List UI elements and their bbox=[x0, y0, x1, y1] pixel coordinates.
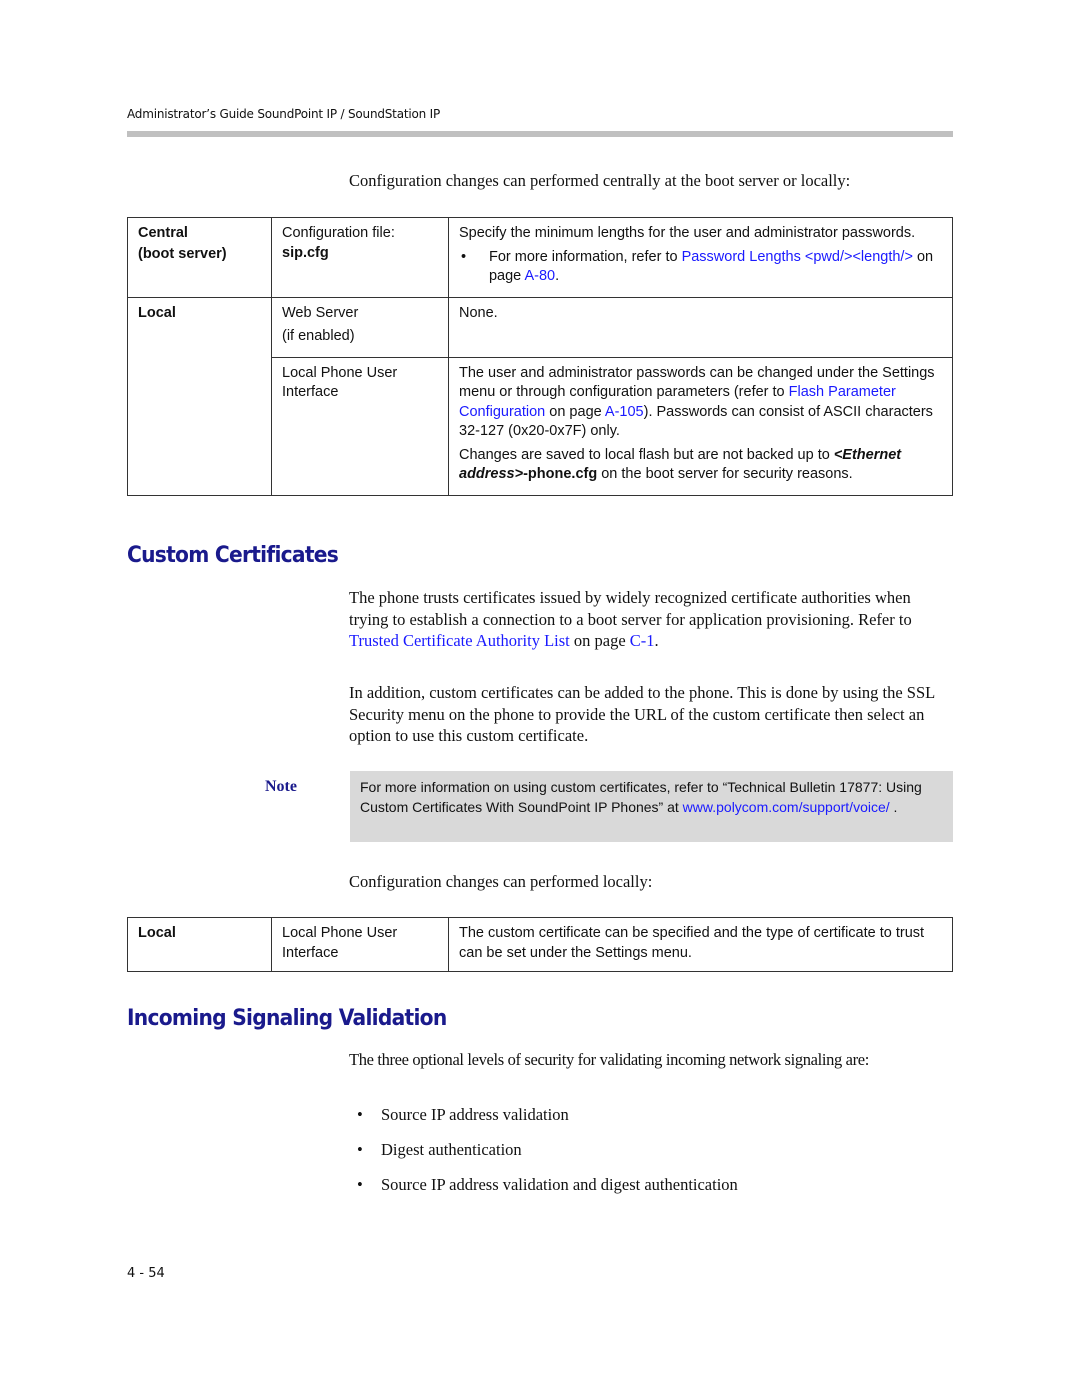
method-label: Configuration file: bbox=[282, 225, 395, 241]
method-cell: Web Server (if enabled) bbox=[271, 296, 449, 358]
list-item: • For more information, refer to Passwor… bbox=[459, 248, 942, 287]
description-text: Changes are saved to local flash but are… bbox=[459, 446, 942, 485]
location-label: Local bbox=[138, 925, 176, 941]
table-row: Central (boot server) Configuration file… bbox=[127, 217, 953, 298]
method-sublabel: Interface bbox=[282, 384, 339, 400]
location-label: Local bbox=[138, 304, 176, 321]
punctuation: . bbox=[555, 268, 560, 284]
method-label: Web Server bbox=[282, 304, 359, 321]
list-item-text: Source IP address validation bbox=[381, 1105, 569, 1124]
config-table-passwords: Central (boot server) Configuration file… bbox=[127, 217, 953, 496]
note-box: For more information on using custom cer… bbox=[350, 771, 953, 842]
custom-certificates-paragraph-2: In addition, custom certificates can be … bbox=[349, 683, 935, 745]
intro-paragraph: Configuration changes can performed cent… bbox=[349, 171, 851, 190]
punctuation: . bbox=[889, 798, 898, 815]
description-text-part: on page bbox=[545, 403, 605, 420]
note-label: Note bbox=[265, 778, 297, 795]
bullet-icon: • bbox=[357, 1140, 363, 1159]
custom-certificates-paragraph-1: The phone trusts certificates issued by … bbox=[349, 587, 953, 652]
method-sublabel: (if enabled) bbox=[282, 328, 355, 344]
intro-paragraph-local: Configuration changes can performed loca… bbox=[349, 872, 653, 891]
description-cell: The user and administrator passwords can… bbox=[448, 356, 953, 496]
description-text-part: on the boot server for security reasons. bbox=[597, 466, 853, 482]
description-text: The custom certificate can be specified … bbox=[459, 925, 925, 961]
paragraph-text: on page bbox=[569, 631, 630, 650]
punctuation: . bbox=[654, 631, 659, 650]
list-item: • Source IP address validation bbox=[357, 1105, 569, 1125]
list-item-text: Source IP address validation and digest … bbox=[381, 1175, 738, 1194]
location-label: Central bbox=[138, 225, 188, 241]
signaling-paragraph: The three optional levels of security fo… bbox=[349, 1050, 869, 1069]
trusted-ca-list-link[interactable]: Trusted Certificate Authority List bbox=[349, 631, 570, 650]
list-item: • Source IP address validation and diges… bbox=[357, 1175, 738, 1195]
page-c1-link[interactable]: C-1 bbox=[630, 631, 655, 650]
table-row: Local Local Phone User Interface The cus… bbox=[127, 917, 953, 972]
method-cell: Local Phone User Interface bbox=[271, 917, 449, 972]
section-heading-custom-certificates: Custom Certificates bbox=[127, 543, 339, 568]
location-sublabel: (boot server) bbox=[138, 245, 227, 262]
description-cell: The custom certificate can be specified … bbox=[448, 917, 953, 972]
location-cell: Local bbox=[127, 296, 272, 496]
paragraph-text: The phone trusts certificates issued by … bbox=[349, 588, 912, 629]
bullet-icon: • bbox=[461, 248, 467, 265]
config-file-name: sip.cfg bbox=[282, 244, 329, 261]
password-lengths-link[interactable]: Password Lengths <pwd/><length/> bbox=[682, 249, 913, 265]
bullet-icon: • bbox=[357, 1175, 363, 1194]
polycom-support-link[interactable]: www.polycom.com/support/voice/ bbox=[683, 799, 890, 815]
description-text-part: Changes are saved to local flash but are… bbox=[459, 446, 834, 463]
header-rule bbox=[127, 131, 953, 137]
method-cell: Configuration file: sip.cfg bbox=[271, 217, 449, 298]
description-text: Specify the minimum lengths for the user… bbox=[459, 225, 916, 241]
description-text: The user and administrator passwords can… bbox=[459, 364, 942, 442]
list-item-text: Digest authentication bbox=[381, 1140, 522, 1159]
table-row: Local Web Server (if enabled) None. bbox=[127, 296, 953, 496]
page-a80-link[interactable]: A-80 bbox=[524, 268, 555, 284]
section-heading-incoming-signaling-validation: Incoming Signaling Validation bbox=[127, 1006, 447, 1031]
bullet-text: For more information, refer to bbox=[488, 248, 682, 265]
description-cell: Specify the minimum lengths for the user… bbox=[448, 217, 953, 298]
config-file-suffix: -phone.cfg bbox=[523, 466, 598, 482]
list-item: • Digest authentication bbox=[357, 1140, 522, 1160]
page-a105-link[interactable]: A-105 bbox=[605, 404, 644, 420]
config-table-certificates: Local Local Phone User Interface The cus… bbox=[127, 917, 953, 972]
description-cell: None. bbox=[448, 296, 953, 358]
location-cell: Central (boot server) bbox=[127, 217, 272, 298]
page-number: 4 - 54 bbox=[127, 1266, 165, 1281]
method-label: Local Phone User bbox=[282, 925, 398, 941]
running-header: Administrator’s Guide SoundPoint IP / So… bbox=[127, 107, 441, 121]
bullet-icon: • bbox=[357, 1105, 363, 1124]
description-text: None. bbox=[459, 304, 498, 321]
method-sublabel: Interface bbox=[282, 944, 339, 961]
location-cell: Local bbox=[127, 917, 272, 972]
method-cell: Local Phone User Interface bbox=[271, 356, 449, 496]
method-label: Local Phone User bbox=[282, 364, 398, 381]
